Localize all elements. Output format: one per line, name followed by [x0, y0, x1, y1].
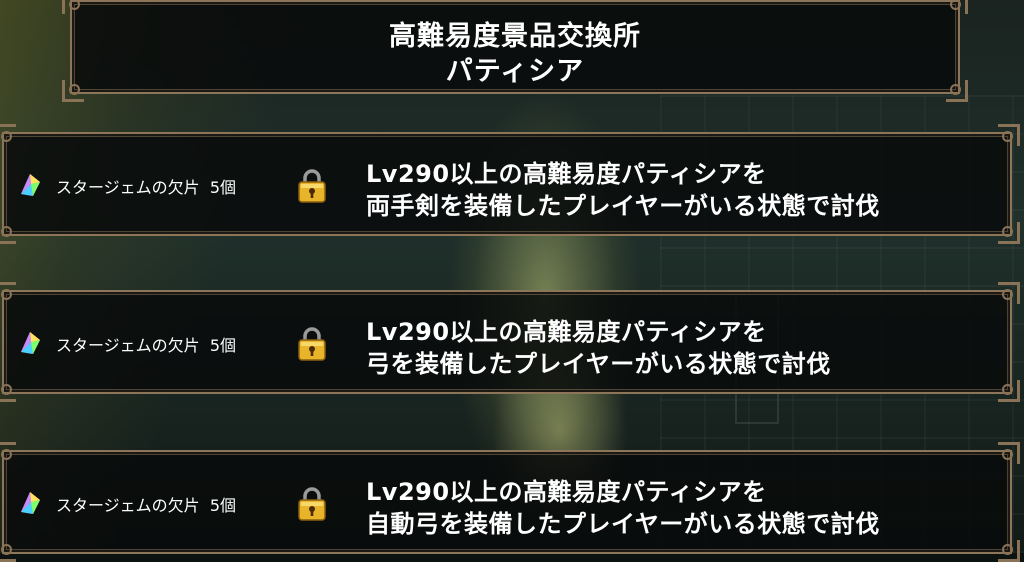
- quest-condition-line2: 自動弓を装備したプレイヤーがいる状態で討伐: [366, 510, 880, 538]
- star-gem-fragment-icon: [21, 332, 40, 354]
- reward-label: スタージェムの欠片 5個: [56, 178, 237, 197]
- page-title: 高難易度景品交換所: [389, 21, 641, 52]
- star-gem-fragment-icon: [21, 492, 40, 514]
- quest-condition-line1: Lv290以上の高難易度パティシアを: [366, 318, 767, 346]
- reward-count: 5個: [209, 496, 237, 515]
- reward-label: スタージェムの欠片 5個: [56, 496, 237, 515]
- page-subtitle: パティシア: [445, 56, 585, 87]
- title-banner: 高難易度景品交換所 パティシア: [62, 0, 968, 102]
- quest-row[interactable]: スタージェムの欠片 5個 Lv290以上の高難易度パティシアを 両手剣を装備した…: [0, 124, 1020, 244]
- star-gem-fragment-icon: [21, 174, 40, 196]
- padlock-icon: [298, 487, 326, 521]
- reward-count: 5個: [209, 336, 237, 355]
- quest-condition-line1: Lv290以上の高難易度パティシアを: [366, 160, 767, 188]
- padlock-icon: [298, 327, 326, 361]
- quest-row[interactable]: スタージェムの欠片 5個 Lv290以上の高難易度パティシアを 自動弓を装備した…: [0, 442, 1020, 562]
- reward-label: スタージェムの欠片 5個: [56, 336, 237, 355]
- quest-condition-line2: 両手剣を装備したプレイヤーがいる状態で討伐: [366, 192, 880, 220]
- quest-condition-line2: 弓を装備したプレイヤーがいる状態で討伐: [366, 350, 831, 378]
- reward-count: 5個: [209, 178, 237, 197]
- quest-condition-line1: Lv290以上の高難易度パティシアを: [366, 478, 767, 506]
- padlock-icon: [298, 169, 326, 203]
- quest-row[interactable]: スタージェムの欠片 5個 Lv290以上の高難易度パティシアを 弓を装備したプレ…: [0, 282, 1020, 402]
